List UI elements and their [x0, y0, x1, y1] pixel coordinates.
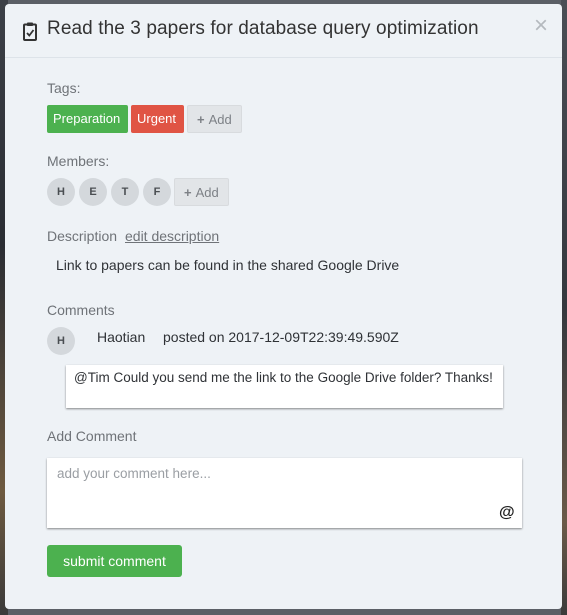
tag-preparation[interactable]: Preparation: [47, 105, 128, 133]
edit-description-link[interactable]: edit description: [125, 228, 219, 244]
member-avatar-t[interactable]: T: [111, 178, 139, 206]
comment-input[interactable]: [47, 458, 522, 528]
close-icon[interactable]: ×: [534, 14, 548, 38]
comments-label: Comments: [47, 302, 115, 318]
plus-icon: +: [197, 112, 205, 127]
add-member-label: Add: [195, 185, 219, 200]
comment-timestamp: posted on 2017-12-09T22:39:49.590Z: [163, 329, 399, 345]
add-member-button[interactable]: + Add: [174, 178, 229, 206]
submit-comment-button[interactable]: submit comment: [47, 545, 182, 577]
member-avatar-e[interactable]: E: [79, 178, 107, 206]
add-comment-label: Add Comment: [47, 428, 137, 444]
comment-text: @Tim Could you send me the link to the G…: [66, 365, 503, 408]
card-detail-modal: Read the 3 papers for database query opt…: [5, 4, 562, 609]
modal-header: Read the 3 papers for database query opt…: [5, 4, 562, 58]
description-text: Link to papers can be found in the share…: [56, 257, 400, 273]
description-label: Description: [47, 228, 118, 244]
comment-avatar: H: [47, 327, 75, 355]
add-tag-label: Add: [208, 112, 232, 127]
member-avatar-f[interactable]: F: [143, 178, 171, 206]
member-avatar-h[interactable]: H: [47, 178, 75, 206]
clipboard-check-icon: [23, 22, 37, 41]
modal-title: Read the 3 papers for database query opt…: [47, 18, 479, 39]
tag-urgent[interactable]: Urgent: [131, 105, 184, 133]
add-tag-button[interactable]: + Add: [187, 105, 242, 133]
comment-author: Haotian: [97, 329, 146, 345]
mention-button[interactable]: @: [499, 504, 515, 522]
plus-icon: +: [184, 185, 192, 200]
members-label: Members:: [47, 153, 110, 169]
tags-label: Tags:: [47, 80, 81, 96]
